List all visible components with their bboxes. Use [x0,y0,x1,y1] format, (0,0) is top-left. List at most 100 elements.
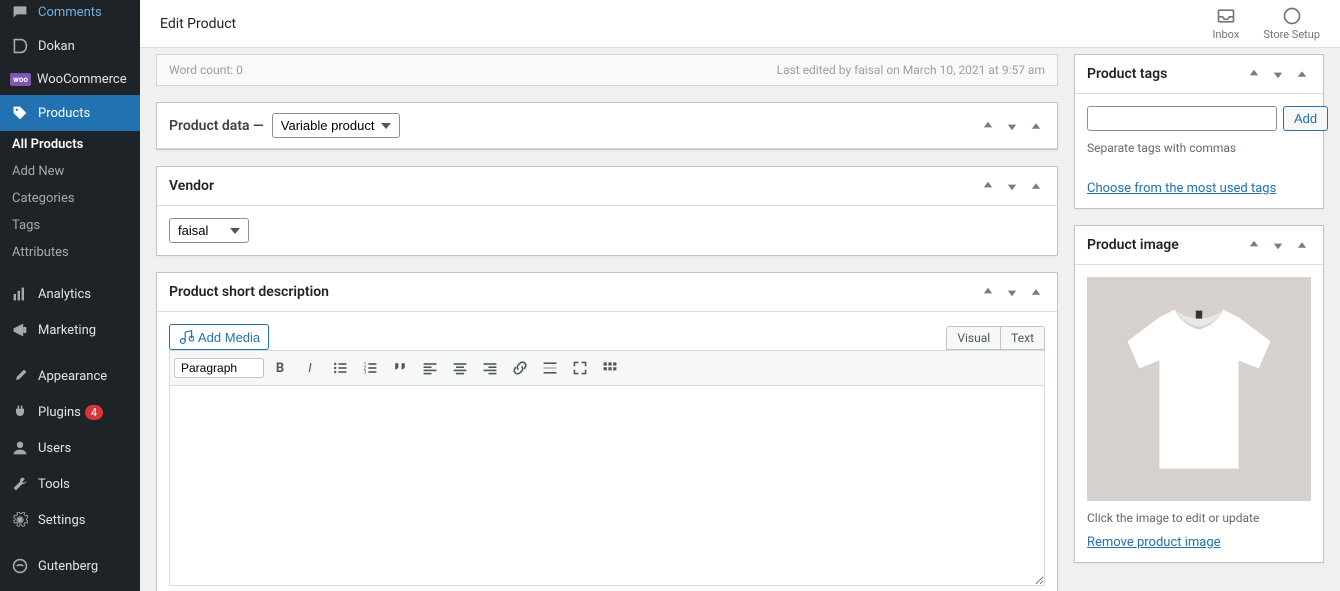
add-media-button[interactable]: Add Media [169,324,269,350]
toggle-icon[interactable] [1027,177,1045,195]
move-up-icon[interactable] [979,177,997,195]
sidebar-item-wphide[interactable]: W WP Hide [0,584,140,591]
align-center-icon[interactable] [446,355,474,381]
topbar: Edit Product Inbox Store Setup [140,0,1340,48]
move-down-icon[interactable] [1003,283,1021,301]
sidebar-submenu: All Products Add New Categories Tags Att… [0,131,140,266]
sidebar-item-label: Comments [38,5,102,20]
numbered-list-icon[interactable]: 123 [356,355,384,381]
store-setup-button[interactable]: Store Setup [1263,6,1320,41]
sidebar-item-label: Tools [38,477,70,492]
remove-image-link[interactable]: Remove product image [1087,535,1221,550]
move-up-icon[interactable] [1245,65,1263,83]
submenu-attributes[interactable]: Attributes [0,239,140,266]
submenu-add-new[interactable]: Add New [0,158,140,185]
format-select[interactable]: Paragraph [174,358,264,378]
product-image-panel: Product image [1074,225,1324,563]
plugins-badge: 4 [85,405,103,420]
product-data-panel: Product data — Variable product [156,102,1058,150]
user-icon [10,438,30,458]
comment-icon [10,2,30,22]
toggle-icon[interactable] [1027,283,1045,301]
product-tags-title: Product tags [1087,66,1167,82]
sidebar-item-marketing[interactable]: Marketing [0,312,140,348]
sidebar-item-tools[interactable]: Tools [0,466,140,502]
bold-icon[interactable]: B [266,355,294,381]
sidebar-item-products[interactable]: Products [0,95,140,131]
move-up-icon[interactable] [979,117,997,135]
plug-icon [10,402,30,422]
align-left-icon[interactable] [416,355,444,381]
move-down-icon[interactable] [1003,177,1021,195]
tags-input[interactable] [1087,106,1277,131]
sidebar-item-label: Analytics [38,287,91,302]
inbox-icon [1216,6,1236,26]
inbox-button[interactable]: Inbox [1212,6,1239,41]
submenu-tags[interactable]: Tags [0,212,140,239]
circle-icon [1282,6,1302,26]
chart-icon [10,284,30,304]
submenu-categories[interactable]: Categories [0,185,140,212]
link-icon[interactable] [506,355,534,381]
read-more-icon[interactable] [536,355,564,381]
tshirt-icon [1119,299,1279,479]
music-icon [178,329,194,345]
move-up-icon[interactable] [979,283,997,301]
sidebar-item-label: Plugins [38,405,81,420]
gutenberg-icon [10,556,30,576]
tab-visual[interactable]: Visual [946,326,1000,350]
sidebar-item-users[interactable]: Users [0,430,140,466]
sidebar-item-woocommerce[interactable]: woo WooCommerce [0,64,140,95]
sidebar-item-comments[interactable]: Comments [0,0,140,28]
move-down-icon[interactable] [1003,117,1021,135]
sidebar-item-label: Users [38,441,71,456]
sidebar-item-label: Products [38,106,90,121]
sidebar-item-label: Marketing [38,323,96,338]
image-hint: Click the image to edit or update [1087,511,1311,525]
sidebar-item-settings[interactable]: Settings [0,502,140,538]
short-description-panel: Product short description Add Media [156,272,1058,591]
sidebar-item-label: Dokan [38,39,75,54]
woo-icon: woo [10,73,31,86]
choose-tags-link[interactable]: Choose from the most used tags [1087,181,1276,196]
editor-textarea[interactable] [169,386,1045,586]
product-tags-panel: Product tags Add Separate tags with comm [1074,54,1324,209]
product-image-title: Product image [1087,237,1179,253]
editor-footer: Word count: 0 Last edited by faisal on M… [156,54,1058,86]
editor-toolbar: Paragraph B I 123 [169,350,1045,386]
sidebar-item-analytics[interactable]: Analytics [0,276,140,312]
submenu-all-products[interactable]: All Products [0,131,140,158]
align-right-icon[interactable] [476,355,504,381]
tab-text[interactable]: Text [1000,326,1045,350]
sidebar-item-gutenberg[interactable]: Gutenberg [0,548,140,584]
product-type-select[interactable]: Variable product [272,113,400,138]
vendor-select[interactable]: faisal [169,218,249,243]
toggle-icon[interactable] [1293,236,1311,254]
toggle-icon[interactable] [1027,117,1045,135]
vendor-title: Vendor [169,178,214,194]
page-title: Edit Product [160,16,236,32]
sidebar-item-appearance[interactable]: Appearance [0,358,140,394]
quote-icon[interactable] [386,355,414,381]
add-tag-button[interactable]: Add [1283,106,1328,131]
toolbar-toggle-icon[interactable] [596,355,624,381]
move-down-icon[interactable] [1269,236,1287,254]
move-down-icon[interactable] [1269,65,1287,83]
tags-hint: Separate tags with commas [1087,141,1311,155]
product-image-thumbnail[interactable] [1087,277,1311,501]
sidebar-item-dokan[interactable]: Dokan [0,28,140,64]
sidebar-item-label: Settings [38,513,85,528]
short-description-title: Product short description [169,284,329,300]
word-count: Word count: 0 [169,63,243,77]
fullscreen-icon[interactable] [566,355,594,381]
vendor-panel: Vendor faisal [156,166,1058,256]
product-icon [10,103,30,123]
sidebar-item-label: Gutenberg [38,559,98,574]
sidebar-item-plugins[interactable]: Plugins 4 [0,394,140,430]
last-edited: Last edited by faisal on March 10, 2021 … [777,63,1045,77]
italic-icon[interactable]: I [296,355,324,381]
bullet-list-icon[interactable] [326,355,354,381]
move-up-icon[interactable] [1245,236,1263,254]
toggle-icon[interactable] [1293,65,1311,83]
dokan-icon [10,36,30,56]
